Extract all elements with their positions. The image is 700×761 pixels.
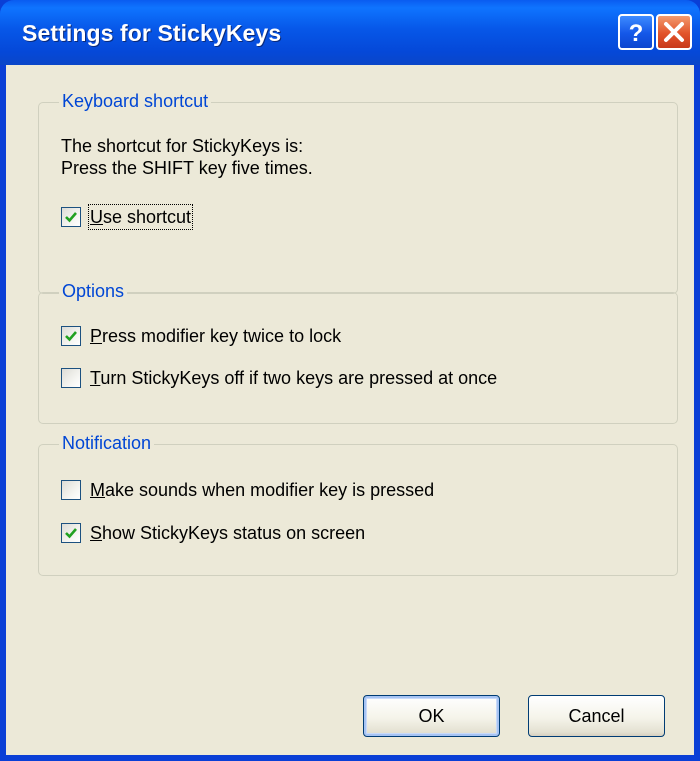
notification-group: Notification Make sounds when modifier k…	[38, 432, 678, 576]
shortcut-description-line2: Press the SHIFT key five times.	[61, 158, 313, 178]
turn-off-label[interactable]: Turn StickyKeys off if two keys are pres…	[90, 367, 497, 389]
press-modifier-checkbox[interactable]	[61, 326, 81, 346]
svg-text:?: ?	[629, 20, 644, 47]
show-status-label[interactable]: Show StickyKeys status on screen	[90, 522, 365, 544]
press-modifier-label-text: ress modifier key twice to lock	[102, 326, 342, 346]
checkmark-icon	[65, 528, 77, 539]
keyboard-shortcut-group: Keyboard shortcut The shortcut for Stick…	[38, 90, 678, 294]
turn-off-label-text: urn StickyKeys off if two keys are press…	[100, 368, 498, 388]
keyboard-shortcut-group-label: Keyboard shortcut	[59, 90, 212, 112]
close-icon	[664, 22, 684, 42]
close-button[interactable]	[656, 14, 692, 50]
use-shortcut-label[interactable]: Use shortcut	[87, 204, 194, 230]
window-title: Settings for StickyKeys	[22, 20, 282, 46]
dialog-client-area: Keyboard shortcut The shortcut for Stick…	[6, 65, 694, 755]
window-bottom-border	[0, 755, 700, 761]
options-group: Options Press modifier key twice to lock…	[38, 280, 678, 424]
use-shortcut-label-text: se shortcut	[103, 207, 192, 227]
make-sounds-label[interactable]: Make sounds when modifier key is pressed	[90, 479, 434, 501]
press-modifier-label[interactable]: Press modifier key twice to lock	[90, 325, 341, 347]
title-bar[interactable]: Settings for StickyKeys ?	[0, 0, 700, 65]
turn-off-checkbox[interactable]	[61, 368, 81, 388]
help-button[interactable]: ?	[618, 14, 654, 50]
show-status-label-text: how StickyKeys status on screen	[102, 523, 366, 543]
show-status-checkbox[interactable]	[61, 523, 81, 543]
help-icon: ?	[629, 20, 644, 47]
use-shortcut-mnemonic: U	[90, 207, 103, 227]
checkmark-icon	[65, 212, 77, 223]
press-modifier-mnemonic: P	[90, 326, 103, 346]
dialog-window: Settings for StickyKeys ? Keyboard short…	[0, 0, 700, 761]
make-sounds-checkbox[interactable]	[61, 480, 81, 500]
make-sounds-mnemonic: M	[90, 480, 105, 500]
cancel-button[interactable]: Cancel	[528, 695, 665, 737]
shortcut-description-line1: The shortcut for StickyKeys is:	[61, 136, 304, 156]
checkmark-icon	[65, 331, 77, 342]
turn-off-mnemonic: T	[90, 368, 101, 388]
options-group-label: Options	[59, 280, 128, 302]
ok-button[interactable]: OK	[363, 695, 500, 737]
show-status-mnemonic: S	[90, 523, 103, 543]
notification-group-label: Notification	[59, 432, 155, 454]
make-sounds-label-text: ake sounds when modifier key is pressed	[105, 480, 435, 500]
use-shortcut-checkbox[interactable]	[61, 207, 81, 227]
